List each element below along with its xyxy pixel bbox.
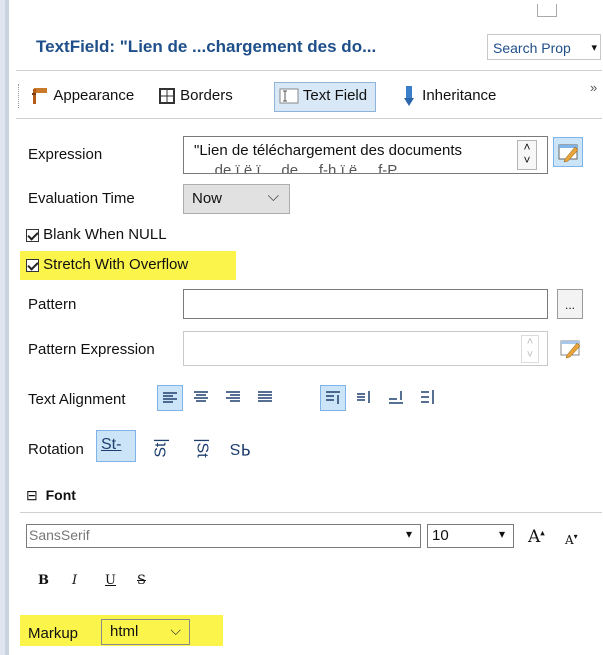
chevron-down-icon: ▾: [591, 42, 597, 54]
chevron-down-icon: ▾: [498, 527, 505, 541]
checkbox-checked-icon[interactable]: [26, 258, 39, 272]
chevron-down-icon: ▾: [405, 527, 412, 541]
paint-roller-icon: [32, 88, 47, 105]
edit-expression-icon: [558, 144, 579, 163]
font-section-label: Font: [45, 487, 76, 503]
strikethrough-button[interactable]: S: [137, 573, 146, 588]
edit-expression-icon: [560, 340, 581, 359]
align-right-button[interactable]: [221, 385, 247, 411]
checkbox-checked-icon[interactable]: [26, 228, 39, 242]
tab-appearance[interactable]: Appearance: [30, 82, 134, 110]
left-border-inner: [5, 0, 9, 655]
align-justify-icon: [258, 391, 272, 402]
align-justify-button[interactable]: [253, 385, 279, 411]
header-divider: [16, 70, 602, 71]
overflow-chevron-icon[interactable]: »: [590, 80, 597, 95]
valign-top-button[interactable]: [320, 385, 346, 411]
font-family-select[interactable]: SansSerif ▾: [26, 524, 421, 548]
toolbar-grip[interactable]: [18, 84, 22, 108]
pattern-expression-field[interactable]: ˄ ˅: [183, 331, 548, 366]
spin-up-icon[interactable]: ˄: [522, 336, 538, 349]
font-size-select[interactable]: 10 ▾: [427, 524, 514, 548]
align-center-button[interactable]: [189, 385, 215, 411]
valign-middle-button[interactable]: [352, 385, 378, 411]
collapse-icon[interactable]: ⊟: [26, 487, 38, 503]
markup-select[interactable]: html ⌵: [101, 619, 190, 645]
valign-top-icon: [326, 391, 340, 404]
evaluation-time-select[interactable]: Now ⌵: [183, 184, 290, 214]
valign-bottom-button[interactable]: [384, 385, 410, 411]
pattern-expression-spinner[interactable]: ˄ ˅: [521, 335, 539, 363]
text-alignment-group: [155, 384, 465, 414]
pattern-input[interactable]: [183, 289, 548, 319]
align-left-icon: [163, 392, 177, 403]
font-increase-button[interactable]: A▴: [528, 527, 545, 547]
align-center-icon: [194, 391, 208, 402]
pattern-label: Pattern: [28, 296, 77, 313]
tab-divider: [16, 118, 602, 119]
page-title: TextField: "Lien de ...chargement des do…: [36, 37, 377, 56]
rotation-label: Rotation: [28, 441, 84, 458]
pattern-browse-button[interactable]: ...: [557, 289, 583, 319]
rotation-upside-down-button[interactable]: ꟼS: [226, 432, 260, 464]
text-alignment-label: Text Alignment: [28, 391, 126, 408]
minimize-icon[interactable]: [537, 4, 557, 17]
tab-text-field[interactable]: Text Field: [274, 82, 377, 112]
valign-justify-icon: [421, 390, 434, 404]
expression-spinner[interactable]: ˄ ˅: [517, 140, 537, 170]
tab-inheritance[interactable]: Inheritance: [402, 82, 496, 110]
chevron-down-icon: ⌵: [267, 188, 279, 205]
markup-label: Markup: [28, 625, 79, 642]
inheritance-icon: [404, 86, 414, 107]
font-section-toggle[interactable]: ⊟ Font: [26, 487, 76, 504]
bold-button[interactable]: B: [38, 573, 49, 588]
search-properties-dropdown[interactable]: Search Prop ▾: [487, 34, 601, 60]
pattern-expression-editor-button[interactable]: [556, 334, 586, 364]
blank-when-null-checkbox[interactable]: Blank When NULL: [26, 226, 167, 243]
tab-bar: Appearance Borders Text Field Inheritanc…: [18, 74, 598, 116]
tab-borders[interactable]: Borders: [158, 82, 233, 110]
rotation-right-button[interactable]: |St: [188, 432, 222, 464]
text-field-icon: [279, 88, 299, 104]
italic-button[interactable]: I: [72, 573, 77, 588]
evaluation-time-label: Evaluation Time: [28, 190, 135, 207]
stretch-with-overflow-checkbox[interactable]: Stretch With Overflow: [26, 256, 188, 273]
font-divider: [20, 512, 602, 513]
expression-editor-button[interactable]: [553, 137, 583, 167]
spin-down-icon[interactable]: ˅: [522, 349, 538, 362]
align-right-icon: [226, 391, 240, 402]
spin-down-icon[interactable]: ˅: [518, 154, 536, 167]
underline-button[interactable]: U: [105, 573, 116, 588]
align-left-button[interactable]: [157, 385, 183, 411]
pattern-expression-label: Pattern Expression: [28, 341, 155, 358]
rotation-left-button[interactable]: St|: [148, 432, 182, 464]
valign-middle-icon: [357, 391, 370, 403]
search-label: Search Prop: [493, 40, 571, 56]
rotation-none-button[interactable]: St-: [96, 430, 136, 462]
chevron-down-icon: ⌵: [170, 622, 181, 638]
expression-label: Expression: [28, 146, 103, 163]
borders-icon: [159, 88, 175, 105]
font-decrease-button[interactable]: A▾: [565, 532, 578, 547]
expression-field[interactable]: "Lien de téléchargement des documents ..…: [183, 136, 548, 174]
valign-justify-button[interactable]: [416, 385, 442, 411]
valign-bottom-icon: [389, 391, 403, 404]
